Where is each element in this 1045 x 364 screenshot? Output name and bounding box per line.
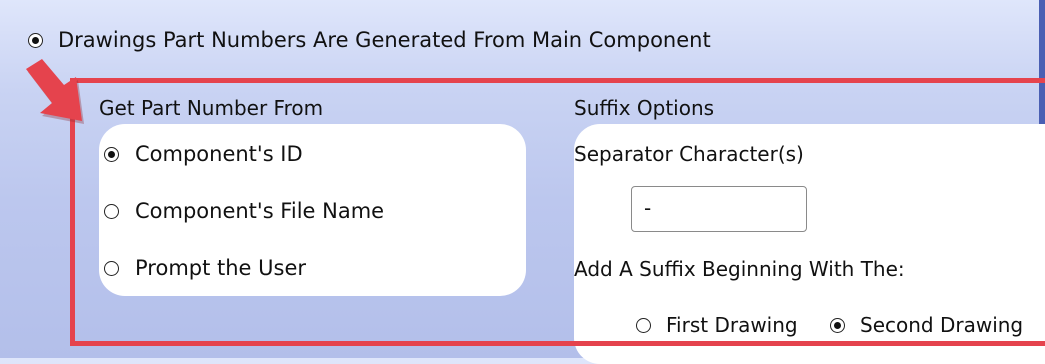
highlight-box [70,78,1045,346]
main-component-radio[interactable] [28,33,43,48]
main-component-label: Drawings Part Numbers Are Generated From… [58,28,711,52]
annotation-arrow-icon [26,59,84,124]
